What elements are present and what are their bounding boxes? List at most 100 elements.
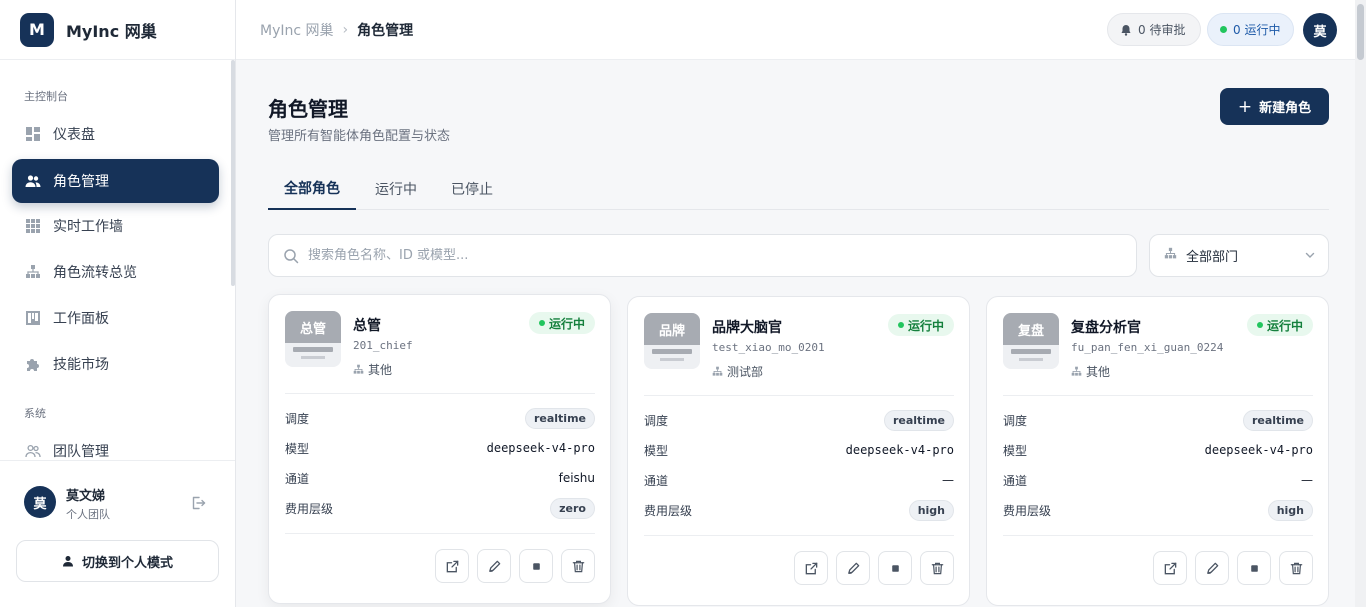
running-dot-icon [1220,26,1227,33]
open-external-button[interactable] [435,549,469,583]
role-id: 201_chief [353,339,413,352]
sidebar-item-label: 角色流转总览 [53,265,137,281]
pending-approval-button[interactable]: 0 待审批 [1107,13,1201,46]
org-icon [25,264,41,280]
grid-icon [25,218,41,234]
card-divider [1003,395,1313,396]
edit-button[interactable] [477,549,511,583]
breadcrumb-home[interactable]: MyInc 网巢 [260,20,334,40]
new-role-label: 新建角色 [1259,101,1312,116]
edit-button[interactable] [1195,551,1229,585]
brand-name: MyInc 网巢 [66,21,157,41]
role-tabs: 全部角色 运行中 已停止 [268,167,1329,210]
role-card[interactable]: 总管 总管 201_chief 其他 运行中 调度 realtime 模型 deep… [268,294,611,604]
sidebar-item-dashboard[interactable]: 仪表盘 [12,112,219,156]
edit-button[interactable] [836,551,870,585]
user-name: 莫文娣 [66,489,106,504]
page-title: 角色管理 [268,97,348,121]
delete-button[interactable] [1279,551,1313,585]
tab-stopped[interactable]: 已停止 [444,167,500,210]
page-scrollbar-thumb[interactable] [1357,4,1364,60]
field-label: 通道 [1003,473,1028,488]
switch-personal-mode-button[interactable]: 切换到个人模式 [16,540,219,582]
sidebar-item-skill-market[interactable]: 技能市场 [12,342,219,386]
new-role-button[interactable]: + 新建角色 [1220,88,1329,125]
field-label: 调度 [285,411,310,426]
field-label: 通道 [285,471,310,486]
delete-button[interactable] [561,549,595,583]
status-dot-icon [538,320,545,326]
sidebar-item-label: 角色管理 [53,174,109,190]
stop-icon [891,564,899,572]
dashboard-icon [25,126,41,142]
channel-value: — [1301,473,1313,487]
status-label: 运行中 [548,316,585,331]
channel-value: feishu [558,471,595,485]
row-schedule: 调度 realtime [1003,407,1313,433]
top-header: MyInc 网巢 › 角色管理 0 待审批 0 运行中 莫 [236,0,1366,60]
external-link-icon [446,560,458,572]
field-label: 费用层级 [1003,503,1052,518]
page-scrollbar[interactable] [1355,0,1366,607]
role-avatar: 复盘 [1003,313,1059,369]
status-label: 运行中 [907,318,944,333]
user-icon [62,556,73,567]
chevron-down-icon [1304,249,1316,265]
sidebar-item-label: 工作面板 [53,311,109,327]
card-divider [644,395,954,396]
stop-button[interactable] [519,549,553,583]
brand[interactable]: M MyInc 网巢 [0,0,235,60]
role-id: fu_pan_fen_xi_guan_0224 [1071,341,1224,354]
delete-button[interactable] [920,551,954,585]
sidebar-item-role-flow[interactable]: 角色流转总览 [12,250,219,294]
running-status-button[interactable]: 0 运行中 [1207,13,1294,46]
cost-tier-badge: high [908,499,954,521]
board-icon [25,310,41,326]
row-schedule: 调度 realtime [644,407,954,433]
sidebar-item-work-panel[interactable]: 工作面板 [12,296,219,340]
sidebar-item-team-management[interactable]: 团队管理 [12,429,219,460]
row-channel: 通道 feishu [285,465,595,491]
sidebar-item-label: 仪表盘 [53,127,95,143]
role-avatar: 总管 [285,311,341,367]
sidebar-item-label: 技能市场 [53,357,109,373]
status-badge: 运行中 [529,312,595,334]
user-team: 个人团队 [66,508,110,521]
pending-approval-label: 0 待审批 [1138,23,1186,37]
monitor-base-icon [660,358,684,361]
header-avatar[interactable]: 莫 [1303,13,1337,47]
row-model: 模型 deepseek-v4-pro [1003,437,1313,463]
bell-icon [1121,24,1131,36]
sidebar-item-live-wall[interactable]: 实时工作墙 [12,204,219,248]
model-value: deepseek-v4-pro [486,441,595,455]
row-model: 模型 deepseek-v4-pro [644,437,954,463]
tab-running[interactable]: 运行中 [366,167,426,210]
sidebar-scrollbar[interactable] [231,60,235,286]
stop-icon [532,562,540,570]
row-schedule: 调度 realtime [285,405,595,431]
tab-all-roles[interactable]: 全部角色 [268,167,356,210]
pencil-icon [847,562,859,574]
sidebar-item-role-management[interactable]: 角色管理 [12,159,219,203]
role-card[interactable]: 品牌 品牌大脑官 test_xiao_mo_0201 测试部 运行中 调度 rea… [627,296,970,606]
role-department: 其他 [353,361,392,378]
stop-button[interactable] [878,551,912,585]
running-label: 0 运行中 [1233,23,1281,37]
breadcrumb: MyInc 网巢 › 角色管理 [260,20,413,40]
pencil-icon [488,560,500,572]
open-external-button[interactable] [794,551,828,585]
search-input[interactable] [308,248,1088,263]
avatar[interactable]: 莫 [24,486,56,518]
stop-button[interactable] [1237,551,1271,585]
monitor-stand-icon [1011,349,1051,354]
role-department: 其他 [1071,363,1110,380]
sidebar-item-label: 实时工作墙 [53,219,123,235]
logout-icon[interactable] [190,495,206,515]
field-label: 模型 [644,443,669,458]
org-icon [712,366,723,376]
open-external-button[interactable] [1153,551,1187,585]
role-card[interactable]: 复盘 复盘分析官 fu_pan_fen_xi_guan_0224 其他 运行中 … [986,296,1329,606]
nav-section-system: 系统 [24,407,46,420]
department-select[interactable]: 全部部门 [1149,234,1329,277]
cost-tier-badge: zero [550,497,595,519]
